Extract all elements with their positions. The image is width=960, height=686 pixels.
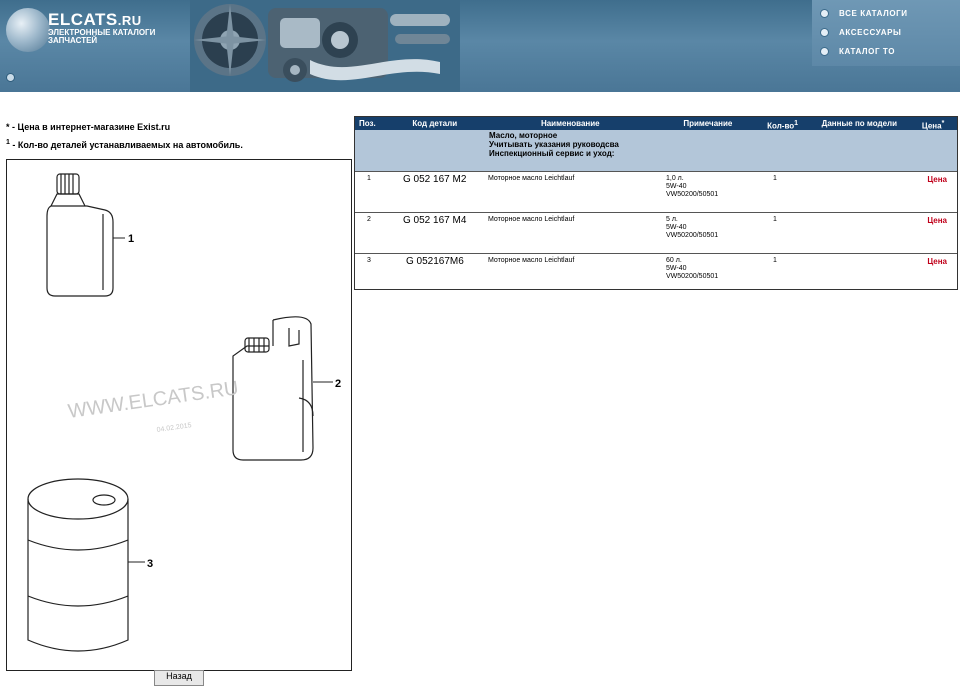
top-nav: ВСЕ КАТАЛОГИ АКСЕССУАРЫ КАТАЛОГ ТО — [812, 0, 960, 66]
row-pos: 2 — [367, 216, 371, 223]
row-pos: 3 — [367, 257, 371, 264]
col-model: Данные по модели — [821, 119, 898, 128]
row-pos: 1 — [367, 175, 371, 182]
row-note-viscosity: 5W-40 — [666, 183, 687, 190]
row-qty: 1 — [773, 216, 777, 223]
row-code[interactable]: G 052 167 M4 — [403, 215, 466, 226]
row-price-link[interactable]: Цена — [927, 216, 947, 225]
nav-bullet-icon — [820, 47, 829, 56]
engine-banner-image — [190, 0, 460, 92]
row-note-viscosity: 5W-40 — [666, 265, 687, 272]
logo-subtitle: ЭЛЕКТРОННЫЕ КАТАЛОГИ ЗАПЧАСТЕЙ — [48, 29, 155, 45]
note-qty: 1 - Кол-во деталей устанавливаемых на ав… — [6, 139, 243, 156]
row-price-link[interactable]: Цена — [927, 175, 947, 184]
col-note: Примечание — [683, 119, 733, 128]
callout-1[interactable]: 1 — [128, 233, 134, 245]
callout-2[interactable]: 2 — [335, 378, 341, 390]
row-price-link[interactable]: Цена — [927, 257, 947, 266]
row-name: Моторное масло Leichtlauf — [488, 216, 575, 223]
watermark-date: 04.02.2015 — [156, 422, 192, 434]
nav-accessories[interactable]: АКСЕССУАРЫ — [812, 23, 960, 42]
row-code[interactable]: G 052 167 M2 — [403, 174, 466, 185]
col-name: Наименование — [540, 119, 600, 128]
site-logo[interactable]: ELCATS.RU — [48, 10, 142, 30]
row-note: 60 л. 5W-40 VW50200/50501 — [666, 257, 718, 281]
parts-drawing: 1 2 3 WWW.ELCATS.RU 04.02.2015 — [27, 173, 341, 652]
nav-label: АКСЕССУАРЫ — [839, 28, 902, 37]
row-note-spec: VW50200/50501 — [666, 273, 719, 280]
row-qty: 1 — [773, 175, 777, 182]
col-qty-sup: 1 — [794, 120, 799, 127]
row-qty: 1 — [773, 257, 777, 264]
note-price: * - Цена в интернет-магазине Exist.ru — [6, 122, 243, 139]
nav-maintenance-catalog[interactable]: КАТАЛОГ ТО — [812, 42, 960, 61]
callout-3[interactable]: 3 — [147, 558, 153, 570]
parts-table: Поз. Код детали Наименование Примечание … — [354, 116, 958, 290]
row-code[interactable]: G 052167M6 — [406, 256, 464, 267]
row-name: Моторное масло Leichtlauf — [488, 175, 575, 182]
logo-title: ELCATS — [48, 10, 118, 29]
nav-bullet-icon — [820, 9, 829, 18]
col-code: Код детали — [412, 119, 458, 128]
group-description: Масло, моторное Учитывать указания руков… — [489, 131, 619, 158]
oil-canister-5l-icon[interactable] — [232, 316, 314, 461]
table-row[interactable]: 1 G 052 167 M2 Моторное масло Leichtlauf… — [355, 171, 957, 212]
logo-subtitle-line-2: ЗАПЧАСТЕЙ — [48, 36, 98, 45]
group-line-2: Учитывать указания руководсва — [489, 140, 619, 149]
row-note: 1,0 л. 5W-40 VW50200/50501 — [666, 175, 718, 199]
row-note-viscosity: 5W-40 — [666, 224, 687, 231]
table-row[interactable]: 2 G 052 167 M4 Моторное масло Leichtlauf… — [355, 212, 957, 253]
col-qty: Кол-во1 — [756, 117, 810, 131]
row-note-volume: 5 л. — [666, 216, 678, 223]
nav-label: КАТАЛОГ ТО — [839, 47, 896, 56]
group-line-1: Масло, моторное — [489, 131, 558, 140]
oil-bottle-1l-icon[interactable] — [46, 173, 114, 297]
row-note: 5 л. 5W-40 VW50200/50501 — [666, 216, 718, 240]
parts-illustration: 1 2 3 WWW.ELCATS.RU 04.02.2015 — [6, 159, 352, 671]
note-price-text: - Цена в интернет-магазине Exist.ru — [9, 122, 171, 132]
nav-label: ВСЕ КАТАЛОГИ — [839, 9, 908, 18]
row-note-volume: 1,0 л. — [666, 175, 684, 182]
table-header: Поз. Код детали Наименование Примечание … — [355, 117, 957, 131]
col-price: Цена* — [909, 117, 957, 131]
site-header: ELCATS.RU ЭЛЕКТРОННЫЕ КАТАЛОГИ ЗАПЧАСТЕЙ… — [0, 0, 960, 92]
nav-bullet-icon — [820, 28, 829, 37]
oil-barrel-60l-icon[interactable] — [27, 478, 129, 652]
row-name: Моторное масло Leichtlauf — [488, 257, 575, 264]
group-line-3: Инспекционный сервис и уход: — [489, 149, 615, 158]
nav-all-catalogs[interactable]: ВСЕ КАТАЛОГИ — [812, 4, 960, 23]
table-row[interactable]: 3 G 052167M6 Моторное масло Leichtlauf 6… — [355, 253, 957, 294]
row-note-volume: 60 л. — [666, 257, 682, 264]
note-qty-text: - Кол-во деталей устанавливаемых на авто… — [9, 140, 243, 150]
header-dot-icon[interactable] — [6, 73, 15, 82]
back-button[interactable]: Назад — [154, 670, 204, 686]
col-pos: Поз. — [359, 119, 376, 128]
logo-tld: .RU — [117, 13, 142, 28]
row-note-spec: VW50200/50501 — [666, 232, 719, 239]
legend-notes: * - Цена в интернет-магазине Exist.ru 1 … — [6, 122, 243, 156]
col-price-sup: * — [941, 120, 945, 127]
group-row: Масло, моторное Учитывать указания руков… — [355, 130, 957, 171]
globe-logo-icon — [6, 8, 50, 52]
row-note-spec: VW50200/50501 — [666, 191, 719, 198]
watermark-text: WWW.ELCATS.RU — [67, 377, 240, 423]
